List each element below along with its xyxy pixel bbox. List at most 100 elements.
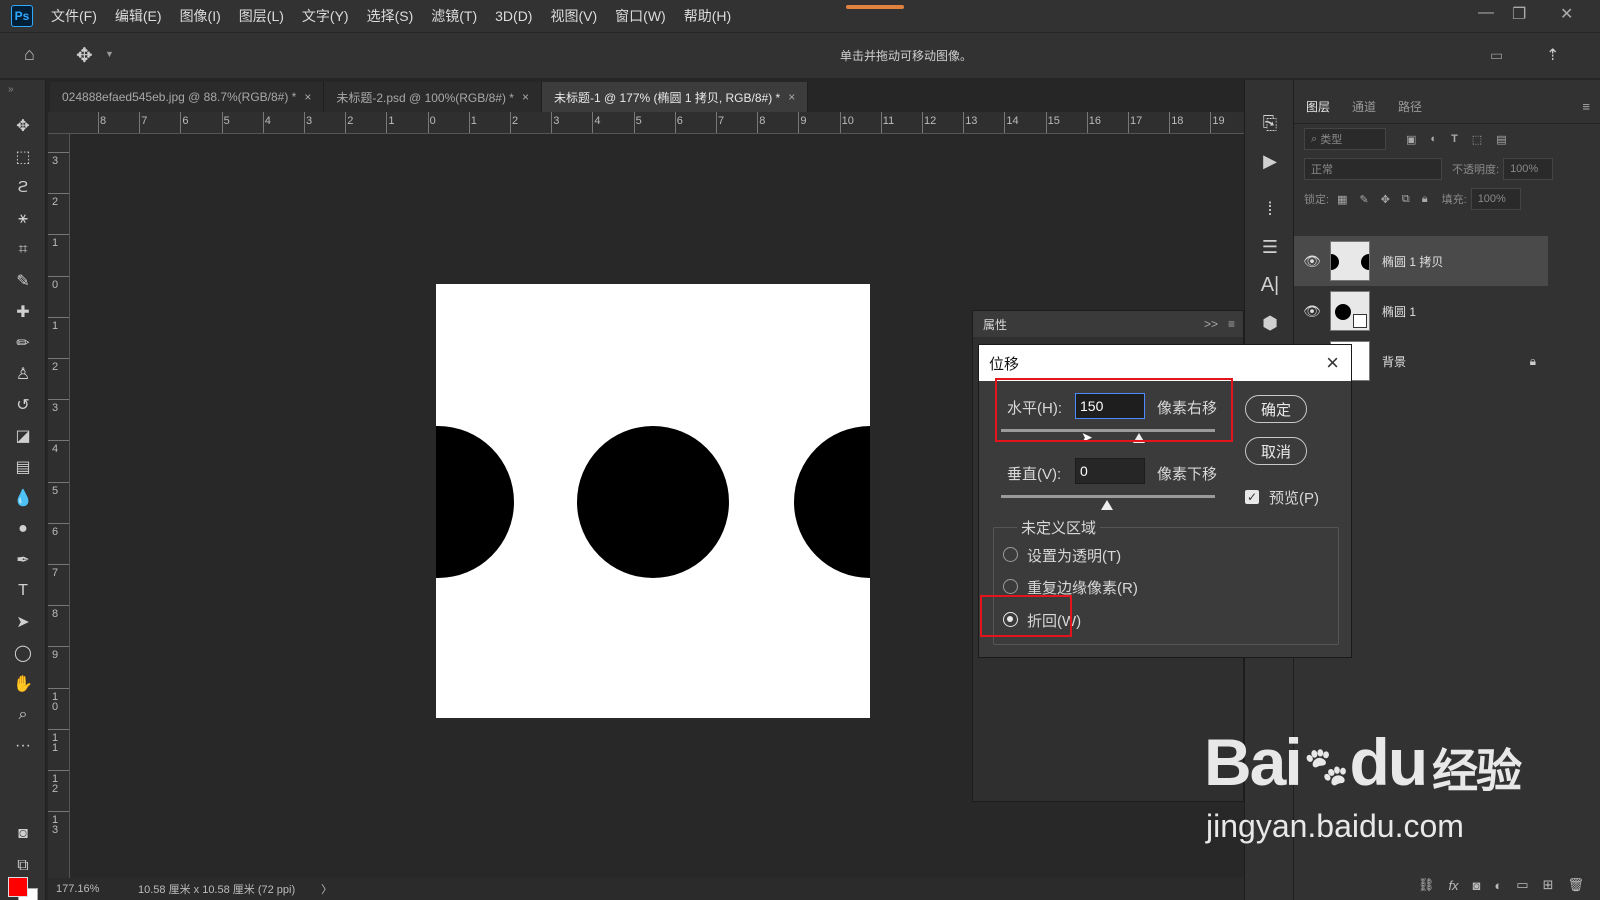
hand-tool-icon[interactable]: ✋ bbox=[0, 668, 46, 699]
filter-adjust-icon[interactable]: ◐ bbox=[1430, 133, 1437, 145]
minimize-icon[interactable]: — bbox=[1478, 4, 1494, 22]
crop-tool-icon[interactable]: ⌗ bbox=[0, 234, 46, 265]
brush-settings-icon[interactable]: ⁞ bbox=[1245, 190, 1295, 228]
lock-artboard-icon[interactable]: ⧉ bbox=[1402, 193, 1410, 206]
status-arrow-icon[interactable]: 〉 bbox=[321, 881, 332, 897]
adjustment-layer-icon[interactable]: ◐ bbox=[1494, 878, 1502, 893]
menu-help[interactable]: 帮助(H) bbox=[684, 6, 731, 26]
vertical-slider-thumb[interactable] bbox=[1101, 500, 1113, 510]
fill-input[interactable]: 100% bbox=[1470, 188, 1521, 210]
screen-mode-icon[interactable]: ⧉ bbox=[0, 850, 46, 881]
filter-type-icon[interactable]: T bbox=[1451, 133, 1458, 145]
vertical-input[interactable]: 0 bbox=[1075, 458, 1145, 484]
eraser-tool-icon[interactable]: ◪ bbox=[0, 420, 46, 451]
close-icon[interactable]: × bbox=[522, 90, 529, 104]
opacity-input[interactable]: 100% bbox=[1503, 158, 1554, 180]
menu-select[interactable]: 选择(S) bbox=[367, 6, 414, 26]
close-icon[interactable]: × bbox=[304, 90, 311, 104]
menu-view[interactable]: 视图(V) bbox=[550, 6, 597, 26]
menu-image[interactable]: 图像(I) bbox=[180, 6, 221, 26]
more-tools-icon[interactable]: ··· bbox=[0, 730, 46, 761]
lock-position-icon[interactable]: ✥ bbox=[1381, 193, 1390, 206]
brush-tool-icon[interactable]: ✏ bbox=[0, 327, 46, 358]
collapse-icon[interactable]: » bbox=[0, 80, 45, 110]
vertical-ruler[interactable]: 32101234567891 01 11 21 3 bbox=[48, 134, 70, 878]
path-select-icon[interactable]: ➤ bbox=[0, 606, 46, 637]
eye-icon[interactable]: 👁︎ bbox=[1294, 303, 1330, 320]
type-tool-icon[interactable]: T bbox=[0, 575, 46, 606]
menu-edit[interactable]: 编辑(E) bbox=[115, 6, 162, 26]
trash-icon[interactable]: 🗑︎ bbox=[1567, 877, 1584, 893]
tab-doc-1[interactable]: 未标题-1 @ 177% (椭圆 1 拷贝, RGB/8#) * × bbox=[541, 82, 809, 112]
healing-brush-icon[interactable]: ✚ bbox=[0, 296, 46, 327]
panel-menu-icon[interactable]: ≡ bbox=[1228, 317, 1235, 331]
preview-checkbox[interactable]: ✓ bbox=[1245, 490, 1259, 504]
eyedropper-icon[interactable]: ✎ bbox=[0, 265, 46, 296]
close-window-icon[interactable]: ✕ bbox=[1560, 4, 1573, 24]
character-icon[interactable]: A| bbox=[1245, 266, 1295, 304]
panel-menu-icon[interactable]: ≡ bbox=[1582, 99, 1590, 114]
radio-repeat-edge[interactable] bbox=[1003, 579, 1018, 594]
3d-icon[interactable]: ⬢ bbox=[1245, 304, 1295, 342]
menu-3d[interactable]: 3D(D) bbox=[495, 8, 532, 24]
dodge-tool-icon[interactable]: ● bbox=[0, 513, 46, 544]
filter-smart-icon[interactable]: ▤ bbox=[1496, 133, 1506, 146]
menu-layer[interactable]: 图层(L) bbox=[239, 6, 284, 26]
lock-pixels-icon[interactable]: ✎ bbox=[1359, 193, 1368, 206]
magic-wand-icon[interactable]: ⚹ bbox=[0, 203, 46, 234]
actions-play-icon[interactable]: ▶ bbox=[1245, 142, 1295, 180]
lasso-tool-icon[interactable]: ϩ bbox=[0, 172, 46, 203]
tab-channels[interactable]: 通道 bbox=[1352, 98, 1376, 115]
layer-filter-dropdown[interactable]: ⌕ 类型 bbox=[1304, 128, 1386, 150]
menu-file[interactable]: 文件(F) bbox=[51, 6, 97, 26]
tab-doc-jpg[interactable]: 024888efaed545eb.jpg @ 88.7%(RGB/8#) * × bbox=[50, 82, 325, 112]
filter-shape-icon[interactable]: ⬚ bbox=[1472, 133, 1482, 146]
fx-icon[interactable]: fx bbox=[1448, 878, 1458, 893]
restore-icon[interactable]: ❐ bbox=[1512, 4, 1526, 24]
eye-icon[interactable]: 👁︎ bbox=[1294, 253, 1330, 270]
home-icon[interactable]: ⌂ bbox=[24, 44, 35, 65]
gradient-tool-icon[interactable]: ▤ bbox=[0, 451, 46, 482]
new-layer-icon[interactable]: ⊞ bbox=[1543, 877, 1554, 893]
document-canvas[interactable] bbox=[436, 284, 870, 718]
menu-filter[interactable]: 滤镜(T) bbox=[431, 6, 477, 26]
move-tool-icon[interactable]: ✥ bbox=[0, 110, 46, 141]
workspace-icon[interactable]: ▭ bbox=[1490, 47, 1503, 64]
blend-mode-dropdown[interactable]: 正常 bbox=[1304, 158, 1442, 180]
stamp-tool-icon[interactable]: ♙ bbox=[0, 358, 46, 389]
adjustments-icon[interactable]: ☰ bbox=[1245, 228, 1295, 266]
marquee-tool-icon[interactable]: ⬚ bbox=[0, 141, 46, 172]
filter-image-icon[interactable]: ▣ bbox=[1406, 133, 1416, 146]
link-icon[interactable]: ⛓ bbox=[1418, 877, 1435, 893]
lock-all-icon[interactable]: 🔒︎ bbox=[1422, 193, 1428, 206]
menu-type[interactable]: 文字(Y) bbox=[302, 6, 349, 26]
move-tool-icon[interactable]: ✥ bbox=[76, 43, 93, 68]
share-icon[interactable]: ⇡ bbox=[1546, 45, 1559, 65]
chevron-down-icon[interactable]: ▼ bbox=[105, 49, 114, 59]
ok-button[interactable]: 确定 bbox=[1245, 395, 1307, 423]
lock-transparent-icon[interactable]: ▦ bbox=[1337, 193, 1347, 206]
quick-mask-icon[interactable]: ◙ bbox=[0, 818, 46, 849]
layer-row[interactable]: 👁︎ 椭圆 1 bbox=[1294, 286, 1548, 336]
history-brush-icon[interactable]: ↺ bbox=[0, 389, 46, 420]
tab-layers[interactable]: 图层 bbox=[1306, 98, 1330, 115]
close-icon[interactable]: × bbox=[788, 90, 795, 104]
tab-doc-2[interactable]: 未标题-2.psd @ 100%(RGB/8#) * × bbox=[324, 82, 542, 112]
tab-paths[interactable]: 路径 bbox=[1398, 98, 1422, 115]
expand-icon[interactable]: >> bbox=[1204, 317, 1218, 331]
history-icon[interactable]: ⎘ bbox=[1245, 104, 1295, 142]
zoom-level[interactable]: 177.16% bbox=[56, 883, 126, 895]
cancel-button[interactable]: 取消 bbox=[1245, 437, 1307, 465]
zoom-tool-icon[interactable]: ⌕ bbox=[0, 699, 46, 730]
layer-row[interactable]: 👁︎ 椭圆 1 拷贝 bbox=[1294, 236, 1548, 286]
pen-tool-icon[interactable]: ✒ bbox=[0, 544, 46, 575]
vertical-slider[interactable] bbox=[1001, 495, 1215, 498]
folder-icon[interactable]: ▭ bbox=[1516, 877, 1528, 893]
ellipse-tool-icon[interactable]: ◯ bbox=[0, 637, 46, 668]
horizontal-ruler[interactable]: 8 7 6 5 4 3 2 1 0 1 2 3 4 5 6 7 8 9 10 11 12 13 14 15 16 17 18 19 bbox=[48, 112, 1244, 134]
mask-icon[interactable]: ◙ bbox=[1473, 878, 1481, 893]
blur-tool-icon[interactable]: 💧 bbox=[0, 482, 46, 513]
lock-icon[interactable]: 🔒︎ bbox=[1530, 354, 1536, 369]
close-icon[interactable]: × bbox=[1326, 350, 1339, 376]
menu-window[interactable]: 窗口(W) bbox=[615, 6, 666, 26]
